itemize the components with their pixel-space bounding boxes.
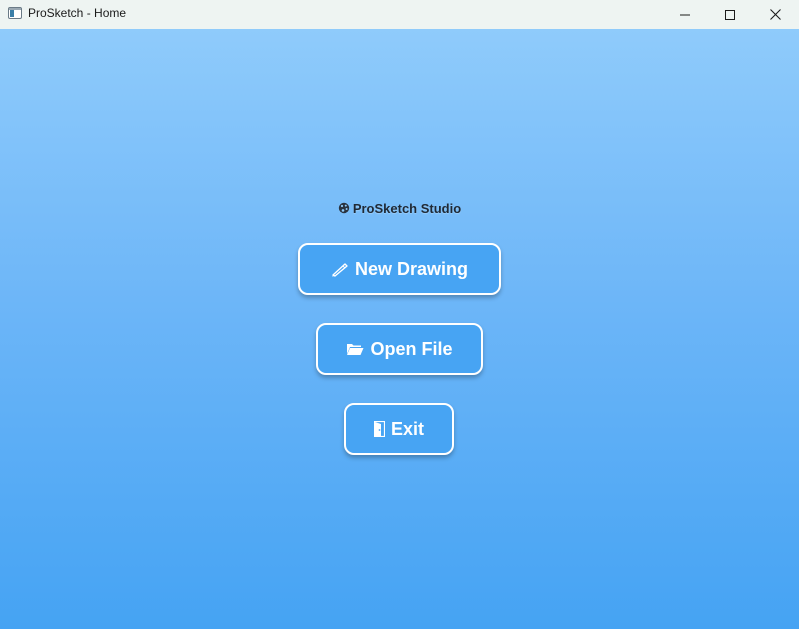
new-drawing-label: New Drawing (354, 258, 469, 279)
exit-button[interactable]: Exit (344, 403, 454, 455)
open-file-label: Open File (370, 338, 453, 359)
maximize-button[interactable] (707, 0, 753, 29)
window-title: ProSketch - Home (28, 6, 127, 20)
studio-title: ProSketch Studio (0, 201, 799, 216)
open-file-button[interactable]: Open File (316, 323, 483, 375)
pen-icon (331, 261, 349, 277)
minimize-icon (680, 14, 690, 15)
close-icon (769, 9, 781, 20)
home-screen: ProSketch Studio New Drawing Open File E… (0, 29, 799, 629)
title-bar[interactable]: ProSketch - Home (0, 0, 799, 29)
maximize-icon (725, 9, 735, 20)
app-icon (8, 7, 22, 19)
exit-label: Exit (390, 418, 424, 439)
palette-icon (338, 202, 350, 216)
app-window: ProSketch - Home ProSketch Studio New Dr… (0, 0, 799, 629)
studio-title-text: ProSketch Studio (352, 201, 462, 216)
door-icon (373, 421, 385, 437)
minimize-button[interactable] (662, 0, 708, 29)
new-drawing-button[interactable]: New Drawing (298, 243, 501, 295)
folder-open-icon (346, 342, 364, 356)
close-button[interactable] (752, 0, 798, 29)
